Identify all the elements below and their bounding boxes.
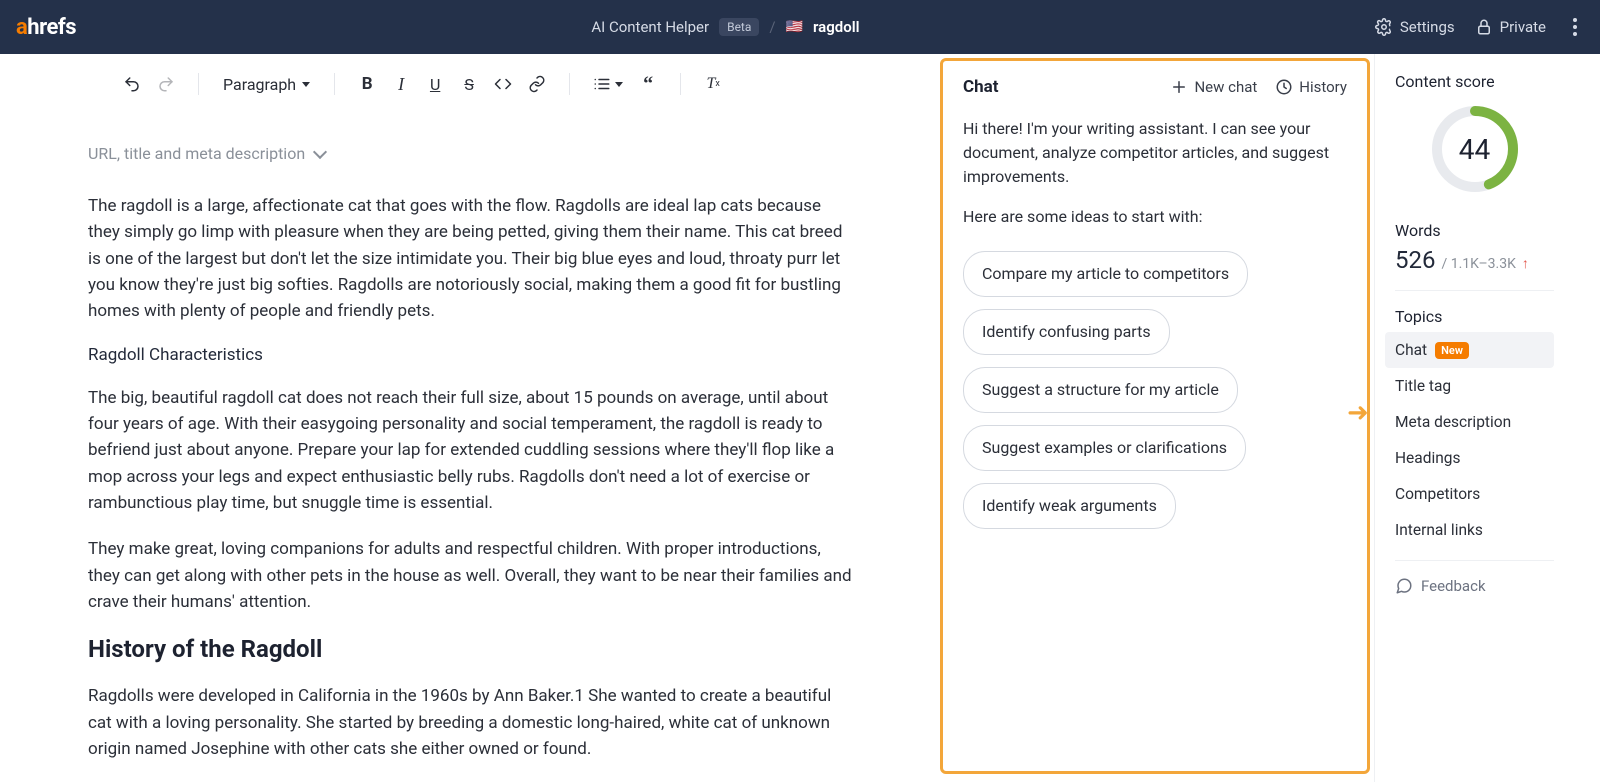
code-button[interactable]	[489, 70, 517, 98]
more-menu-icon[interactable]	[1566, 18, 1584, 36]
block-type-label: Paragraph	[223, 75, 296, 94]
chat-chip[interactable]: Suggest a structure for my article	[963, 367, 1238, 413]
words-count: 526	[1395, 246, 1435, 274]
logo-rest: hrefs	[27, 15, 76, 40]
topics-label: Topics	[1395, 307, 1554, 326]
words-range: / 1.1K–3.3K	[1441, 256, 1515, 272]
seo-expand-label: URL, title and meta description	[88, 144, 305, 163]
words-label: Words	[1395, 221, 1554, 240]
side-panel: ➜ Content score 44 Words 526 / 1.1K–3.3K…	[1374, 54, 1574, 782]
side-nav: Chat New Title tag Meta description Head…	[1395, 332, 1554, 548]
chat-header: Chat New chat History	[943, 61, 1367, 107]
content-score-label: Content score	[1395, 72, 1554, 91]
top-right: Settings Private	[1375, 18, 1584, 36]
nav-chat-label: Chat	[1395, 341, 1427, 359]
redo-button[interactable]	[152, 70, 180, 98]
arrow-annotation-icon: ➜	[1347, 398, 1369, 428]
nav-chat[interactable]: Chat New	[1385, 332, 1554, 368]
nav-competitors[interactable]: Competitors	[1385, 476, 1554, 512]
chat-chip[interactable]: Suggest examples or clarifications	[963, 425, 1246, 471]
content-score-value: 44	[1431, 105, 1519, 193]
logo[interactable]: ahrefs	[16, 15, 76, 40]
nav-meta-description[interactable]: Meta description	[1385, 404, 1554, 440]
new-badge: New	[1435, 342, 1469, 359]
chat-suggestions: Compare my article to competitors Identi…	[963, 245, 1347, 535]
bold-button[interactable]: B	[353, 70, 381, 98]
top-bar: ahrefs AI Content Helper Beta / 🇺🇸 ragdo…	[0, 0, 1600, 54]
chat-title: Chat	[963, 77, 1152, 97]
link-button[interactable]	[523, 70, 551, 98]
feedback-label: Feedback	[1421, 577, 1486, 595]
clock-icon	[1275, 78, 1293, 96]
chat-greeting: Hi there! I'm your writing assistant. I …	[963, 117, 1347, 189]
history-button[interactable]: History	[1275, 78, 1347, 96]
clear-format-button[interactable]: Tx	[699, 70, 727, 98]
caret-down-icon	[615, 82, 623, 87]
strike-button[interactable]: S	[455, 70, 483, 98]
doc-name[interactable]: ragdoll	[813, 18, 859, 36]
flag-icon: 🇺🇸	[786, 19, 803, 35]
heading[interactable]: History of the Ragdoll	[88, 635, 852, 663]
lock-icon	[1475, 18, 1493, 36]
chat-chip[interactable]: Compare my article to competitors	[963, 251, 1248, 297]
breadcrumb: AI Content Helper Beta / 🇺🇸 ragdoll	[76, 18, 1375, 36]
new-chat-button[interactable]: New chat	[1170, 78, 1257, 96]
chevron-down-icon	[313, 144, 327, 158]
feedback-button[interactable]: Feedback	[1395, 577, 1554, 595]
new-chat-label: New chat	[1194, 78, 1257, 96]
chat-panel: Chat New chat History Hi there! I'm your…	[940, 58, 1370, 774]
underline-button[interactable]: U	[421, 70, 449, 98]
logo-a: a	[16, 15, 27, 40]
gear-icon	[1375, 18, 1393, 36]
italic-button[interactable]: I	[387, 70, 415, 98]
product-name: AI Content Helper	[591, 18, 709, 36]
block-type-select[interactable]: Paragraph	[217, 75, 316, 94]
list-button[interactable]	[588, 70, 628, 98]
paragraph[interactable]: The ragdoll is a large, affectionate cat…	[88, 193, 852, 325]
quote-button[interactable]: “	[634, 70, 662, 98]
undo-button[interactable]	[118, 70, 146, 98]
words-metric: 526 / 1.1K–3.3K ↑	[1395, 246, 1554, 274]
chat-body: Hi there! I'm your writing assistant. I …	[943, 107, 1367, 545]
private-button[interactable]: Private	[1475, 18, 1546, 36]
paragraph[interactable]: The big, beautiful ragdoll cat does not …	[88, 385, 852, 517]
settings-label: Settings	[1400, 18, 1455, 36]
chat-chip[interactable]: Identify weak arguments	[963, 483, 1176, 529]
breadcrumb-sep: /	[769, 18, 775, 36]
nav-headings[interactable]: Headings	[1385, 440, 1554, 476]
up-arrow-icon: ↑	[1522, 255, 1529, 272]
history-label: History	[1299, 78, 1347, 96]
editor-panel: Paragraph B I U S “ Tx URL, title and me…	[0, 54, 940, 782]
plus-icon	[1170, 78, 1188, 96]
caret-down-icon	[302, 82, 310, 87]
paragraph[interactable]: They make great, loving companions for a…	[88, 536, 852, 615]
nav-internal-links[interactable]: Internal links	[1385, 512, 1554, 548]
chat-bubble-icon	[1395, 577, 1413, 595]
seo-expand-toggle[interactable]: URL, title and meta description	[88, 144, 852, 163]
settings-button[interactable]: Settings	[1375, 18, 1455, 36]
subheading[interactable]: Ragdoll Characteristics	[88, 345, 852, 365]
chat-ideas-intro: Here are some ideas to start with:	[963, 205, 1347, 229]
nav-title-tag[interactable]: Title tag	[1385, 368, 1554, 404]
document-scroll[interactable]: URL, title and meta description The ragd…	[0, 114, 940, 782]
chat-chip[interactable]: Identify confusing parts	[963, 309, 1170, 355]
private-label: Private	[1500, 18, 1546, 36]
content-score-gauge: 44	[1431, 105, 1519, 193]
paragraph[interactable]: Ragdolls were developed in California in…	[88, 683, 852, 762]
document[interactable]: URL, title and meta description The ragd…	[0, 144, 940, 782]
beta-badge: Beta	[719, 18, 759, 36]
editor-toolbar: Paragraph B I U S “ Tx	[0, 54, 940, 114]
